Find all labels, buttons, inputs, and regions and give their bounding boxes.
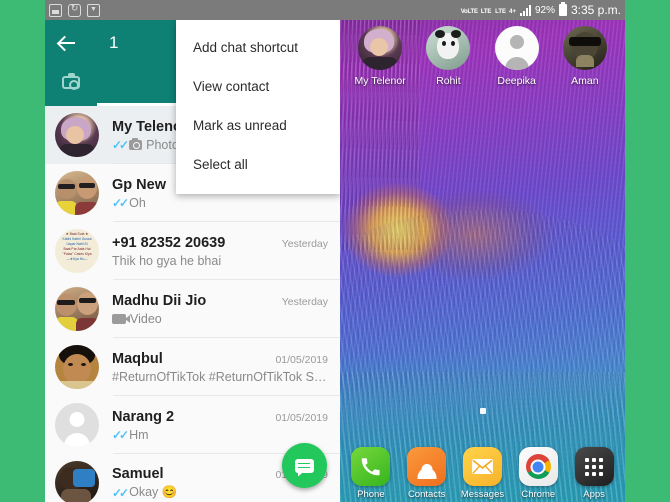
contact-shortcut-aman[interactable]: Aman	[554, 26, 616, 87]
overflow-menu[interactable]: Add chat shortcut View contact Mark as u…	[176, 20, 340, 194]
chat-timestamp: 01/05/2019	[275, 353, 328, 366]
status-bar: VoLTE LTE LTE 4+ 92% 3:35 p.m.	[45, 0, 625, 20]
chat-preview: Video	[130, 311, 162, 326]
chat-preview: #ReturnOfTikTok #ReturnOfTikTok S…	[112, 369, 327, 384]
avatar	[55, 113, 99, 157]
chat-preview: Okay 😊	[129, 485, 178, 499]
dock-label: Phone	[357, 489, 385, 500]
chat-row-body: +91 82352 20639 Yesterday Thik ho gya he…	[112, 235, 328, 268]
dock-label: Messages	[460, 489, 505, 500]
screenshot-icon	[49, 3, 62, 17]
dock-label: Chrome	[521, 489, 556, 500]
video-attachment-icon	[112, 313, 130, 324]
download-icon	[87, 3, 100, 17]
volte-indicator: VoLTE LTE	[460, 9, 492, 15]
status-bar-right-status: VoLTE LTE LTE 4+ 92% 3:35 p.m.	[335, 2, 625, 17]
avatar	[55, 345, 99, 389]
home-dock: Phone Contacts Messages Chrome Apps	[340, 447, 625, 500]
sync-icon	[68, 2, 81, 17]
battery-icon	[558, 2, 567, 16]
menu-item-view-contact[interactable]: View contact	[176, 67, 340, 106]
chat-name: Narang 2	[112, 408, 175, 425]
new-message-icon	[295, 458, 314, 473]
table-row[interactable]: Madhu Dii Jio Yesterday Video	[45, 280, 340, 338]
contact-shortcut-deepika[interactable]: Deepika	[486, 26, 548, 87]
chat-preview: Hm	[129, 427, 149, 442]
chat-name: Samuel	[112, 466, 164, 482]
chat-name: +91 82352 20639	[112, 234, 226, 251]
menu-item-add-chat-shortcut[interactable]: Add chat shortcut	[176, 28, 340, 67]
chat-name: Maqbul	[112, 350, 163, 367]
chat-preview: Thik ho gya he bhai	[112, 253, 222, 268]
chat-row-body: Narang 2 01/05/2019 ✓✓ Hm	[112, 409, 328, 442]
selected-count-label: 1	[109, 33, 119, 52]
dock-item-chrome[interactable]: Chrome	[512, 447, 564, 500]
page-indicator-dot	[479, 408, 486, 414]
contact-shortcut-my-telenor[interactable]: My Telenor	[349, 26, 411, 87]
chat-preview: Photo	[146, 137, 179, 152]
chat-name: Madhu Dii Jio	[112, 292, 207, 309]
signal-strength-icon	[519, 4, 531, 16]
table-row[interactable]: ★ Baat Suia ★ Kabhi Kabhi Gussa Uspar Nah…	[45, 222, 340, 280]
chrome-icon	[518, 447, 558, 486]
table-row[interactable]: Maqbul 01/05/2019 #ReturnOfTikTok #Retur…	[45, 338, 340, 396]
menu-item-mark-as-unread[interactable]: Mark as unread	[176, 106, 340, 145]
apps-grid-icon	[574, 447, 614, 486]
avatar	[55, 403, 99, 447]
avatar	[562, 26, 607, 70]
android-home-screen: My Telenor Rohit Deepika Aman Phone Cont…	[340, 20, 625, 502]
tab-camera[interactable]	[45, 66, 97, 106]
network-type-indicator: LTE 4+	[495, 9, 516, 15]
whatsapp-app-panel: 1 CHATS	[45, 20, 340, 502]
dock-item-contacts[interactable]: Contacts	[401, 447, 453, 500]
default-avatar-icon	[69, 412, 85, 427]
widget-label: Rohit	[436, 75, 461, 87]
photo-attachment-icon	[129, 137, 143, 150]
read-receipt-icon: ✓✓	[112, 485, 129, 500]
read-receipt-icon: ✓✓	[112, 137, 129, 152]
chat-timestamp: Yesterday	[281, 295, 328, 308]
widget-label: My Telenor	[354, 75, 406, 87]
chat-preview: Oh	[129, 195, 146, 210]
avatar	[55, 461, 99, 502]
chat-timestamp: 01/05/2019	[275, 411, 328, 424]
avatar: ★ Baat Suia ★ Kabhi Kabhi Gussa Uspar Nah…	[55, 229, 99, 273]
avatar	[494, 26, 539, 70]
dock-item-phone[interactable]: Phone	[345, 447, 397, 500]
camera-icon	[62, 73, 80, 90]
image-frame: VoLTE LTE LTE 4+ 92% 3:35 p.m. 1	[0, 0, 670, 502]
contact-shortcut-widgets: My Telenor Rohit Deepika Aman	[340, 26, 625, 87]
dock-item-messages[interactable]: Messages	[456, 447, 508, 500]
messages-icon	[462, 447, 502, 486]
dock-label: Contacts	[407, 489, 446, 500]
menu-item-select-all[interactable]: Select all	[176, 145, 340, 184]
back-arrow-icon[interactable]	[55, 31, 79, 55]
read-receipt-icon: ✓✓	[112, 195, 129, 210]
contact-shortcut-rohit[interactable]: Rohit	[417, 26, 479, 87]
phone-screenshot: VoLTE LTE LTE 4+ 92% 3:35 p.m. 1	[45, 0, 625, 502]
widget-label: Deepika	[497, 75, 536, 87]
chat-timestamp: Yesterday	[281, 237, 328, 250]
read-receipt-icon: ✓✓	[112, 427, 129, 442]
chat-name: Gp New	[112, 176, 166, 193]
battery-percent-label: 92%	[534, 4, 555, 16]
phone-icon	[351, 447, 391, 486]
dock-label: Apps	[583, 489, 605, 500]
avatar	[55, 171, 99, 215]
contacts-icon	[407, 447, 447, 486]
status-bar-clock: 3:35 p.m.	[570, 3, 621, 17]
wallpaper	[340, 20, 625, 502]
avatar	[358, 26, 403, 70]
chat-row-body: Maqbul 01/05/2019 #ReturnOfTikTok #Retur…	[112, 351, 328, 384]
avatar	[55, 287, 99, 331]
dock-item-apps[interactable]: Apps	[568, 447, 620, 500]
new-chat-fab-button[interactable]	[282, 443, 327, 488]
avatar	[426, 26, 471, 70]
widget-label: Aman	[571, 75, 599, 87]
status-bar-left-icons	[45, 2, 335, 17]
default-avatar-icon	[509, 35, 524, 49]
chat-row-body: Madhu Dii Jio Yesterday Video	[112, 293, 328, 326]
